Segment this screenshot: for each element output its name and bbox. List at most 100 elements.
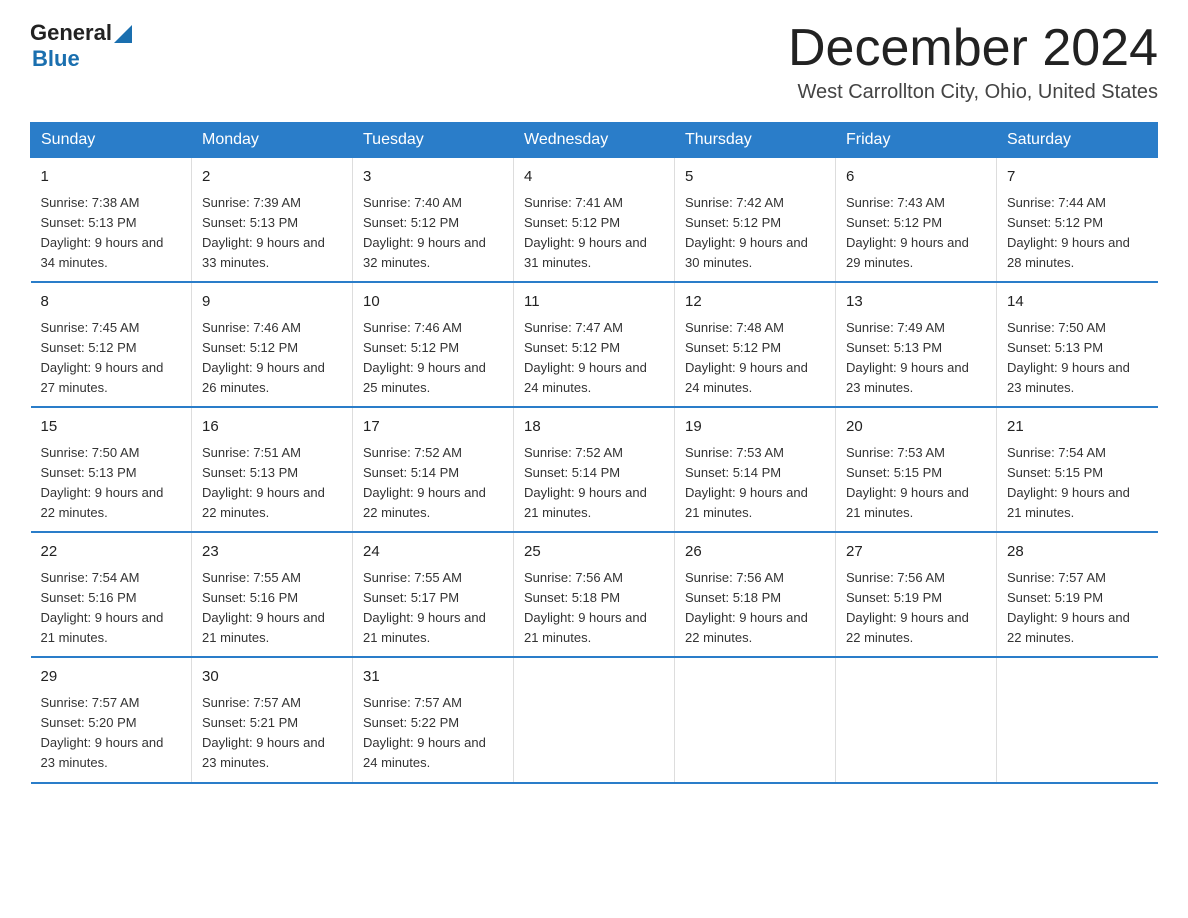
day-number: 7 [1007,166,1148,189]
day-info: Sunrise: 7:55 AMSunset: 5:16 PMDaylight:… [202,570,325,645]
day-number: 10 [363,291,503,314]
month-title: December 2024 [788,20,1158,77]
day-number: 4 [524,166,664,189]
logo-blue-text: Blue [32,46,80,72]
day-info: Sunrise: 7:56 AMSunset: 5:19 PMDaylight:… [846,570,969,645]
calendar-day-cell: 28 Sunrise: 7:57 AMSunset: 5:19 PMDayligh… [997,532,1158,657]
calendar-week-row: 15Sunrise: 7:50 AMSunset: 5:13 PMDayligh… [31,407,1158,532]
day-number: 17 [363,416,503,439]
day-info: Sunrise: 7:46 AMSunset: 5:12 PMDaylight:… [202,320,325,395]
calendar-day-cell: 19Sunrise: 7:53 AMSunset: 5:14 PMDayligh… [675,407,836,532]
day-info: Sunrise: 7:52 AMSunset: 5:14 PMDaylight:… [524,445,647,520]
day-number: 27 [846,541,986,564]
day-number: 5 [685,166,825,189]
day-info: Sunrise: 7:48 AMSunset: 5:12 PMDaylight:… [685,320,808,395]
day-number: 12 [685,291,825,314]
day-number: 30 [202,666,342,689]
day-info: Sunrise: 7:53 AMSunset: 5:15 PMDaylight:… [846,445,969,520]
day-info: Sunrise: 7:49 AMSunset: 5:13 PMDaylight:… [846,320,969,395]
calendar-day-cell: 20 Sunrise: 7:53 AMSunset: 5:15 PMDayligh… [836,407,997,532]
day-number: 1 [41,166,182,189]
day-number: 21 [1007,416,1148,439]
day-number: 22 [41,541,182,564]
calendar-week-row: 22 Sunrise: 7:54 AMSunset: 5:16 PMDayligh… [31,532,1158,657]
calendar-day-cell: 10 Sunrise: 7:46 AMSunset: 5:12 PMDayligh… [353,282,514,407]
calendar-day-cell: 13 Sunrise: 7:49 AMSunset: 5:13 PMDayligh… [836,282,997,407]
day-number: 25 [524,541,664,564]
day-number: 26 [685,541,825,564]
calendar-day-cell: 15Sunrise: 7:50 AMSunset: 5:13 PMDayligh… [31,407,192,532]
col-saturday: Saturday [997,123,1158,158]
calendar-day-cell: 23 Sunrise: 7:55 AMSunset: 5:16 PMDayligh… [192,532,353,657]
col-thursday: Thursday [675,123,836,158]
day-number: 24 [363,541,503,564]
calendar-header: Sunday Monday Tuesday Wednesday Thursday… [31,123,1158,158]
calendar-day-cell: 12 Sunrise: 7:48 AMSunset: 5:12 PMDayligh… [675,282,836,407]
col-tuesday: Tuesday [353,123,514,158]
day-info: Sunrise: 7:57 AMSunset: 5:22 PMDaylight:… [363,695,486,770]
calendar-day-cell: 21 Sunrise: 7:54 AMSunset: 5:15 PMDayligh… [997,407,1158,532]
calendar-week-row: 1 Sunrise: 7:38 AMSunset: 5:13 PMDaylight… [31,158,1158,283]
calendar-day-cell [836,657,997,782]
calendar-day-cell: 5 Sunrise: 7:42 AMSunset: 5:12 PMDaylight… [675,158,836,283]
calendar-day-cell: 11Sunrise: 7:47 AMSunset: 5:12 PMDayligh… [514,282,675,407]
day-number: 20 [846,416,986,439]
day-number: 6 [846,166,986,189]
day-info: Sunrise: 7:47 AMSunset: 5:12 PMDaylight:… [524,320,647,395]
day-info: Sunrise: 7:53 AMSunset: 5:14 PMDaylight:… [685,445,808,520]
day-info: Sunrise: 7:38 AMSunset: 5:13 PMDaylight:… [41,195,164,270]
day-number: 15 [41,416,182,439]
day-number: 31 [363,666,503,689]
day-info: Sunrise: 7:46 AMSunset: 5:12 PMDaylight:… [363,320,486,395]
calendar-day-cell [997,657,1158,782]
calendar-day-cell: 16Sunrise: 7:51 AMSunset: 5:13 PMDayligh… [192,407,353,532]
day-info: Sunrise: 7:42 AMSunset: 5:12 PMDaylight:… [685,195,808,270]
title-section: December 2024 West Carrollton City, Ohio… [788,20,1158,104]
calendar-day-cell: 31 Sunrise: 7:57 AMSunset: 5:22 PMDayligh… [353,657,514,782]
day-info: Sunrise: 7:57 AMSunset: 5:21 PMDaylight:… [202,695,325,770]
calendar-day-cell [514,657,675,782]
calendar-day-cell: 18 Sunrise: 7:52 AMSunset: 5:14 PMDayligh… [514,407,675,532]
logo-triangle-icon [114,25,132,43]
day-number: 13 [846,291,986,314]
day-number: 23 [202,541,342,564]
day-number: 2 [202,166,342,189]
calendar-day-cell: 26 Sunrise: 7:56 AMSunset: 5:18 PMDayligh… [675,532,836,657]
day-info: Sunrise: 7:55 AMSunset: 5:17 PMDaylight:… [363,570,486,645]
calendar-day-cell: 22 Sunrise: 7:54 AMSunset: 5:16 PMDayligh… [31,532,192,657]
calendar-day-cell: 25Sunrise: 7:56 AMSunset: 5:18 PMDayligh… [514,532,675,657]
day-number: 18 [524,416,664,439]
calendar-day-cell: 1 Sunrise: 7:38 AMSunset: 5:13 PMDaylight… [31,158,192,283]
calendar-week-row: 8Sunrise: 7:45 AMSunset: 5:12 PMDaylight… [31,282,1158,407]
day-info: Sunrise: 7:50 AMSunset: 5:13 PMDaylight:… [1007,320,1130,395]
day-number: 29 [41,666,182,689]
calendar-day-cell: 27 Sunrise: 7:56 AMSunset: 5:19 PMDayligh… [836,532,997,657]
day-info: Sunrise: 7:40 AMSunset: 5:12 PMDaylight:… [363,195,486,270]
calendar-day-cell: 24 Sunrise: 7:55 AMSunset: 5:17 PMDayligh… [353,532,514,657]
calendar-day-cell: 6 Sunrise: 7:43 AMSunset: 5:12 PMDaylight… [836,158,997,283]
location-subtitle: West Carrollton City, Ohio, United State… [788,81,1158,104]
calendar-day-cell [675,657,836,782]
calendar-day-cell: 9 Sunrise: 7:46 AMSunset: 5:12 PMDaylight… [192,282,353,407]
day-info: Sunrise: 7:57 AMSunset: 5:20 PMDaylight:… [41,695,164,770]
logo: General Blue [30,20,132,72]
col-monday: Monday [192,123,353,158]
day-info: Sunrise: 7:54 AMSunset: 5:16 PMDaylight:… [41,570,164,645]
calendar-day-cell: 4 Sunrise: 7:41 AMSunset: 5:12 PMDaylight… [514,158,675,283]
day-info: Sunrise: 7:56 AMSunset: 5:18 PMDaylight:… [685,570,808,645]
day-info: Sunrise: 7:57 AMSunset: 5:19 PMDaylight:… [1007,570,1130,645]
day-info: Sunrise: 7:41 AMSunset: 5:12 PMDaylight:… [524,195,647,270]
calendar-day-cell: 8Sunrise: 7:45 AMSunset: 5:12 PMDaylight… [31,282,192,407]
day-info: Sunrise: 7:44 AMSunset: 5:12 PMDaylight:… [1007,195,1130,270]
calendar-day-cell: 3Sunrise: 7:40 AMSunset: 5:12 PMDaylight… [353,158,514,283]
day-info: Sunrise: 7:43 AMSunset: 5:12 PMDaylight:… [846,195,969,270]
calendar-day-cell: 29 Sunrise: 7:57 AMSunset: 5:20 PMDayligh… [31,657,192,782]
day-number: 9 [202,291,342,314]
day-number: 16 [202,416,342,439]
calendar-week-row: 29 Sunrise: 7:57 AMSunset: 5:20 PMDayligh… [31,657,1158,782]
day-number: 28 [1007,541,1148,564]
calendar-day-cell: 14Sunrise: 7:50 AMSunset: 5:13 PMDayligh… [997,282,1158,407]
calendar-day-cell: 7 Sunrise: 7:44 AMSunset: 5:12 PMDaylight… [997,158,1158,283]
day-info: Sunrise: 7:54 AMSunset: 5:15 PMDaylight:… [1007,445,1130,520]
calendar-day-cell: 30 Sunrise: 7:57 AMSunset: 5:21 PMDayligh… [192,657,353,782]
